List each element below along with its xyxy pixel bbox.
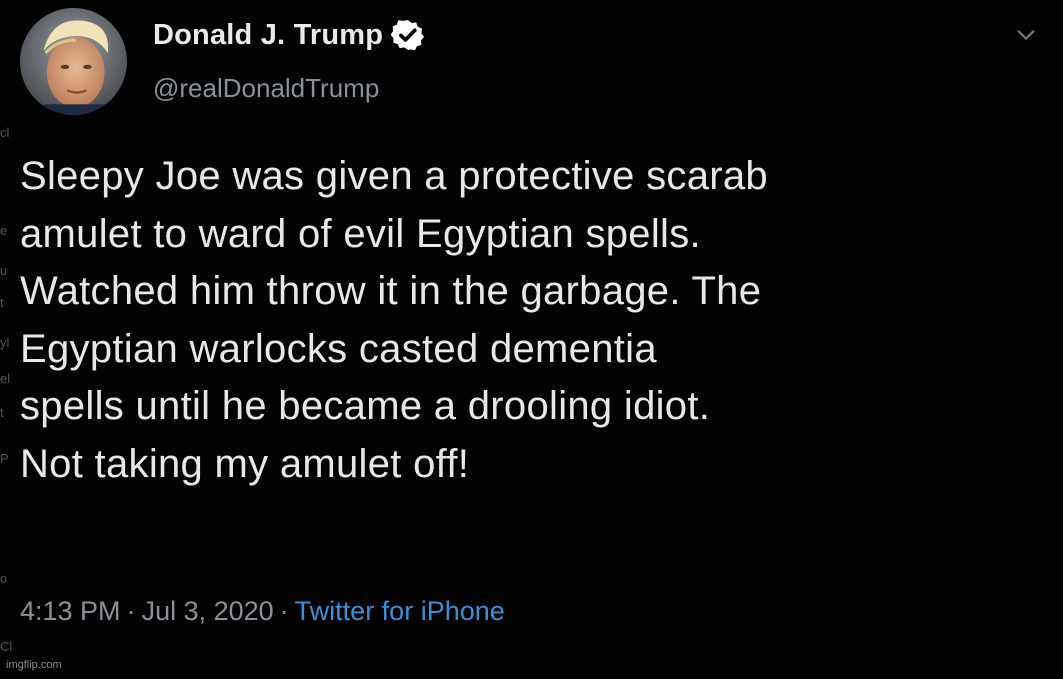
- tweet-time[interactable]: 4:13 PM: [20, 596, 121, 626]
- handle[interactable]: @realDonaldTrump: [153, 73, 379, 104]
- chevron-down-icon[interactable]: [1015, 24, 1037, 46]
- tweet-metadata: 4:13 PM · Jul 3, 2020 · Twitter for iPhone: [20, 596, 505, 627]
- tweet-text-line: Watched him throw it in the garbage. The: [20, 269, 762, 313]
- separator: ·: [279, 596, 289, 626]
- tweet-text-line: amulet to ward of evil Egyptian spells.: [20, 211, 701, 256]
- tweet-source-link[interactable]: Twitter for iPhone: [295, 596, 505, 626]
- tweet-text-line: Not taking my amulet off!: [20, 441, 470, 486]
- tweet-date[interactable]: Jul 3, 2020: [142, 596, 274, 626]
- avatar[interactable]: [20, 8, 127, 115]
- avatar-portrait-icon: [20, 8, 127, 115]
- separator: ·: [126, 596, 136, 626]
- left-edge-fragment: cl e u t yl el t P o Cl: [0, 125, 13, 654]
- watermark: imgflip.com: [6, 659, 62, 671]
- display-name[interactable]: Donald J. Trump: [153, 19, 383, 52]
- tweet-text: Sleepy Joe was given a protective scarab…: [20, 148, 1060, 493]
- tweet-text-line: spells until he became a drooling idiot.: [20, 384, 711, 428]
- tweet-card: cl e u t yl el t P o Cl Donald J. Trump …: [0, 0, 1063, 679]
- tweet-text-line: Egyptian warlocks casted dementia: [20, 326, 657, 371]
- author-name-row: Donald J. Trump: [153, 18, 425, 52]
- verified-badge-icon: [391, 20, 425, 51]
- tweet-text-line: Sleepy Joe was given a protective scarab: [20, 154, 768, 198]
